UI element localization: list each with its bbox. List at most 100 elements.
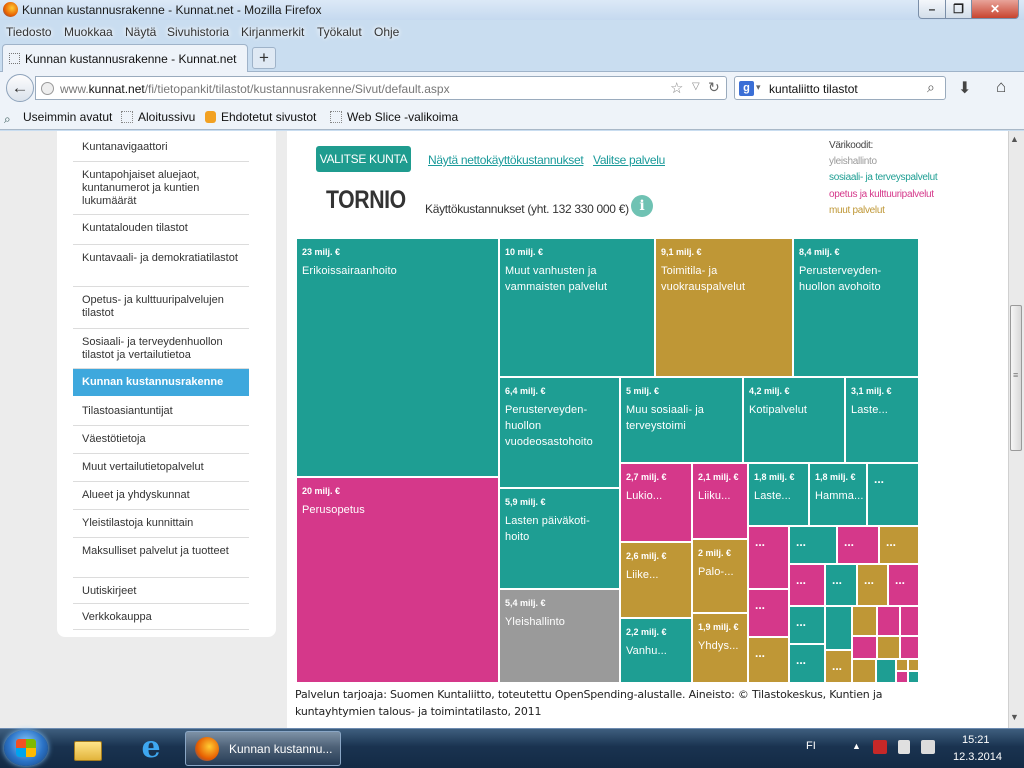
sidebar-item-kuntatalous[interactable]: Kuntatalouden tilastot: [73, 215, 249, 245]
select-service-link[interactable]: Valitse palvelu: [593, 153, 665, 167]
sidebar-item-maksulliset[interactable]: Maksulliset palvelut ja tuotteet: [73, 538, 249, 578]
tile-small[interactable]: ...: [789, 526, 837, 564]
new-tab-button[interactable]: +: [252, 47, 276, 69]
back-button[interactable]: ←: [6, 74, 34, 102]
tile-small[interactable]: ...: [867, 463, 919, 526]
scroll-down-arrow-icon[interactable]: ▼: [1010, 712, 1019, 722]
bookmark-most-visited[interactable]: ⌕ Useimmin avatut: [4, 110, 112, 126]
language-indicator[interactable]: FI: [806, 740, 816, 752]
tile-laste-2[interactable]: 1,8 milj. € Laste...: [748, 463, 809, 526]
sidebar-item-alueet[interactable]: Alueet ja yhdyskunnat: [73, 482, 249, 510]
sidebar-item-vaestotietoja[interactable]: Väestötietoja: [73, 426, 249, 454]
sidebar-item-vertailutieto[interactable]: Muut vertailutietopalvelut: [73, 454, 249, 482]
net-costs-link[interactable]: Näytä nettokäyttökustannukset: [428, 153, 584, 167]
tile-small[interactable]: [877, 636, 900, 659]
menu-file[interactable]: Tiedosto: [6, 25, 52, 39]
scroll-thumb[interactable]: [1010, 305, 1022, 451]
tab-kunnan-kustannusrakenne[interactable]: Kunnan kustannusrakenne - Kunnat.net: [2, 44, 248, 72]
bookmark-web-slice[interactable]: Web Slice -valikoima: [330, 110, 458, 124]
tile-small[interactable]: [908, 659, 919, 671]
internet-explorer-icon[interactable]: e: [134, 731, 168, 765]
menu-bookmarks[interactable]: Kirjanmerkit: [241, 25, 304, 39]
tile-small[interactable]: ...: [789, 606, 825, 644]
tile-small[interactable]: ...: [789, 644, 825, 683]
tile-small[interactable]: ...: [748, 637, 789, 683]
sidebar-item-kuntavaali[interactable]: Kuntavaali- ja demokratiatilastot: [73, 245, 249, 287]
tile-small[interactable]: ...: [837, 526, 879, 564]
tile-liikunta[interactable]: 2,1 milj. € Liiku...: [692, 463, 748, 539]
tile-yleishallinto[interactable]: 5,4 milj. € Yleishallinto: [499, 589, 620, 683]
menu-edit[interactable]: Muokkaa: [64, 25, 113, 39]
bookmark-suggested-sites[interactable]: Ehdotetut sivustot: [205, 110, 316, 124]
device-icon[interactable]: [898, 740, 910, 754]
show-hidden-icons-icon[interactable]: ▲: [852, 741, 861, 751]
menu-help[interactable]: Ohje: [374, 25, 399, 39]
search-icon[interactable]: ⌕: [927, 79, 935, 96]
sidebar-item-uutiskirjeet[interactable]: Uutiskirjeet: [73, 578, 249, 604]
url-dropdown-icon[interactable]: ▽: [692, 81, 700, 92]
tile-small[interactable]: [900, 606, 919, 636]
start-button[interactable]: [4, 730, 48, 766]
tile-small[interactable]: [852, 659, 876, 683]
tile-vanhusten-palvelut[interactable]: 10 milj. € Muut vanhusten ja vammaisten p…: [499, 238, 655, 377]
reload-icon[interactable]: ↻: [708, 79, 720, 96]
url-bar[interactable]: www.kunnat.net/fi/tietopankit/tilastot/k…: [35, 76, 727, 100]
tile-yhdyskunta[interactable]: 1,9 milj. € Yhdys...: [692, 613, 748, 683]
clock-date[interactable]: 12.3.2014: [953, 751, 1002, 763]
tile-small[interactable]: ...: [879, 526, 919, 564]
minimize-button[interactable]: –: [918, 0, 946, 19]
sidebar-item-aluejaot[interactable]: Kuntapohjaiset aluejaot, kuntanumerot ja…: [73, 162, 249, 215]
volume-muted-icon[interactable]: [921, 740, 935, 754]
menu-history[interactable]: Sivuhistoria: [167, 25, 229, 39]
search-bar[interactable]: g ▾ kuntaliitto tilastot ⌕: [734, 76, 946, 100]
search-engine-dropdown-icon[interactable]: ▾: [756, 82, 761, 93]
tile-small[interactable]: ...: [888, 564, 919, 606]
info-icon[interactable]: i: [631, 195, 653, 217]
security-shield-icon[interactable]: [873, 740, 887, 754]
tile-toimitila[interactable]: 9,1 milj. € Toimitila- ja vuokrauspalvelu…: [655, 238, 793, 377]
tile-vuodeosastohoito[interactable]: 6,4 milj. € Perusterveyden- huollon vuode…: [499, 377, 620, 488]
select-municipality-button[interactable]: VALITSE KUNTA: [316, 146, 411, 172]
tile-small[interactable]: ...: [825, 564, 857, 606]
tile-kotipalvelut[interactable]: 4,2 milj. € Kotipalvelut: [743, 377, 845, 463]
search-input[interactable]: kuntaliitto tilastot: [769, 82, 858, 96]
close-button[interactable]: ✕: [971, 0, 1019, 19]
tile-lukio[interactable]: 2,7 milj. € Lukio...: [620, 463, 692, 542]
file-explorer-icon[interactable]: [70, 733, 106, 763]
tile-small[interactable]: [896, 671, 908, 683]
menu-view[interactable]: Näytä: [125, 25, 156, 39]
bookmark-start-page[interactable]: Aloitussivu: [121, 110, 195, 124]
tile-erikoissairaanhoito[interactable]: 23 milj. € Erikoissairaanhoito: [296, 238, 499, 477]
tile-vanhus[interactable]: 2,2 milj. € Vanhu...: [620, 618, 692, 683]
taskbar-firefox-button[interactable]: Kunnan kustannu...: [185, 731, 341, 766]
tile-perusopetus[interactable]: 20 milj. € Perusopetus: [296, 477, 499, 683]
sidebar-item-sosiaali[interactable]: Sosiaali- ja terveydenhuollon tilastot j…: [73, 329, 249, 369]
google-icon[interactable]: g: [739, 81, 754, 96]
sidebar-item-kustannusrakenne[interactable]: Kunnan kustannusrakenne: [73, 369, 249, 396]
tile-small[interactable]: [900, 636, 919, 659]
tile-avohoito[interactable]: 8,4 milj. € Perusterveyden- huollon avoho…: [793, 238, 919, 377]
tile-muu-sosiaali[interactable]: 5 milj. € Muu sosiaali- ja terveystoimi: [620, 377, 743, 463]
tile-hammashuolto[interactable]: 1,8 milj. € Hamma...: [809, 463, 867, 526]
bookmark-star-icon[interactable]: ☆: [670, 79, 683, 97]
sidebar-item-kuntanavigaattori[interactable]: Kuntanavigaattori: [73, 134, 249, 162]
download-icon[interactable]: ⬇: [958, 78, 971, 98]
tile-palo[interactable]: 2 milj. € Palo-...: [692, 539, 748, 613]
tile-small[interactable]: [877, 606, 900, 636]
tile-small[interactable]: [896, 659, 908, 671]
sidebar-item-yleistilastoja[interactable]: Yleistilastoja kunnittain: [73, 510, 249, 538]
menu-tools[interactable]: Työkalut: [317, 25, 362, 39]
tile-small[interactable]: [908, 671, 919, 683]
tile-small[interactable]: [876, 659, 896, 683]
tile-paivakotihoito[interactable]: 5,9 milj. € Lasten päiväkoti- hoito: [499, 488, 620, 589]
tile-small[interactable]: [825, 606, 852, 650]
tile-small[interactable]: ...: [789, 564, 825, 606]
tile-small[interactable]: ...: [825, 650, 852, 683]
tile-liikenne[interactable]: 2,6 milj. € Liike...: [620, 542, 692, 618]
tile-laste-1[interactable]: 3,1 milj. € Laste...: [845, 377, 919, 463]
home-icon[interactable]: ⌂: [996, 77, 1006, 97]
maximize-button[interactable]: ❐: [945, 0, 972, 19]
tile-small[interactable]: ...: [748, 589, 789, 637]
scroll-up-arrow-icon[interactable]: ▲: [1010, 134, 1019, 144]
tile-small[interactable]: ...: [857, 564, 888, 606]
